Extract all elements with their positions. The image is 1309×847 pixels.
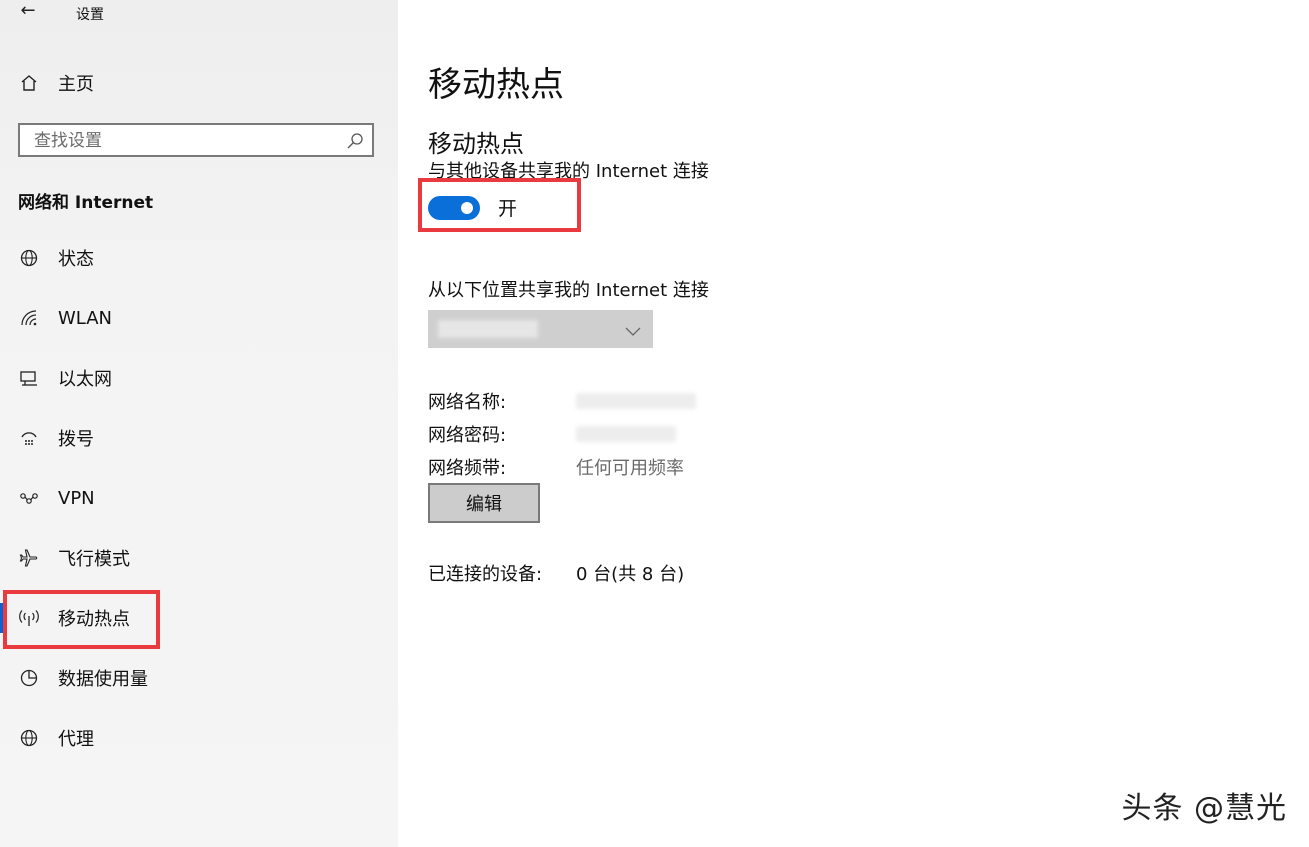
wifi-icon [16,308,42,328]
network-name-row: 网络名称: [428,384,696,417]
title-bar: ← 设置 [0,0,398,26]
sidebar-item-proxy[interactable]: 代理 [0,708,398,768]
sidebar-item-label: 以太网 [58,369,112,390]
toggle-highlight-box [418,178,581,232]
sidebar-item-ethernet[interactable]: 以太网 [0,348,398,408]
dialup-icon [16,428,42,448]
home-icon [16,73,42,93]
home-label: 主页 [58,74,94,95]
sidebar-item-airplane[interactable]: 飞行模式 [0,528,398,588]
network-name-value-redacted [576,392,696,409]
hotspot-section-title: 移动热点 [428,130,524,158]
network-password-label: 网络密码: [428,424,507,446]
share-from-dropdown[interactable] [428,310,653,348]
network-password-row: 网络密码: [428,417,696,450]
search-box[interactable] [18,123,374,157]
chevron-down-icon [625,322,641,341]
airplane-icon [16,548,42,568]
page-title: 移动热点 [428,65,564,105]
connected-devices-label: 已连接的设备: [428,564,543,585]
watermark: 头条 @慧光 [1121,791,1287,826]
edit-button[interactable]: 编辑 [428,483,540,523]
sidebar-item-label: WLAN [58,307,113,329]
data-usage-icon [16,668,42,688]
sidebar-item-label: 状态 [58,249,94,270]
globe-proxy-icon [16,728,42,748]
section-header: 网络和 Internet [18,193,154,213]
sidebar-item-wlan[interactable]: WLAN [0,288,398,348]
sidebar: ← 设置 主页 网络和 Internet 状态 WLAN [0,0,398,847]
connected-devices-row: 已连接的设备: 0 台(共 8 台) [428,560,684,586]
network-name-label: 网络名称: [428,391,507,413]
sidebar-item-data-usage[interactable]: 数据使用量 [0,648,398,708]
network-password-value-redacted [576,425,676,442]
network-info: 网络名称: 网络密码: 网络频带: 任何可用频率 [428,384,696,483]
share-from-label: 从以下位置共享我的 Internet 连接 [428,280,709,301]
globe-status-icon [16,248,42,268]
sidebar-item-label: 数据使用量 [58,669,148,690]
dropdown-value-redacted [438,320,538,338]
search-input[interactable] [34,129,334,153]
hotspot-highlight-box [3,590,160,649]
sidebar-item-dialup[interactable]: 拨号 [0,408,398,468]
main-content: 移动热点 移动热点 与其他设备共享我的 Internet 连接 开 从以下位置共… [398,0,1309,847]
connected-devices-value: 0 台(共 8 台) [576,564,685,585]
vpn-icon [16,488,42,508]
sidebar-item-label: 拨号 [58,429,94,450]
sidebar-item-vpn[interactable]: VPN [0,468,398,528]
network-band-row: 网络频带: 任何可用频率 [428,450,696,483]
search-icon[interactable] [346,132,364,150]
app-title: 设置 [76,7,104,23]
sidebar-item-label: VPN [58,487,95,509]
sidebar-item-status[interactable]: 状态 [0,228,398,288]
back-button[interactable]: ← [14,0,42,24]
ethernet-icon [16,368,42,388]
sidebar-item-label: 飞行模式 [58,549,130,570]
nav-list: 状态 WLAN 以太网 拨号 VPN 飞行模式 移动热点 数据使用量 代理 [0,228,398,768]
network-band-value: 任何可用频率 [576,457,684,479]
sidebar-item-home[interactable]: 主页 [16,66,94,100]
sidebar-item-label: 代理 [58,729,94,750]
network-band-label: 网络频带: [428,457,507,479]
